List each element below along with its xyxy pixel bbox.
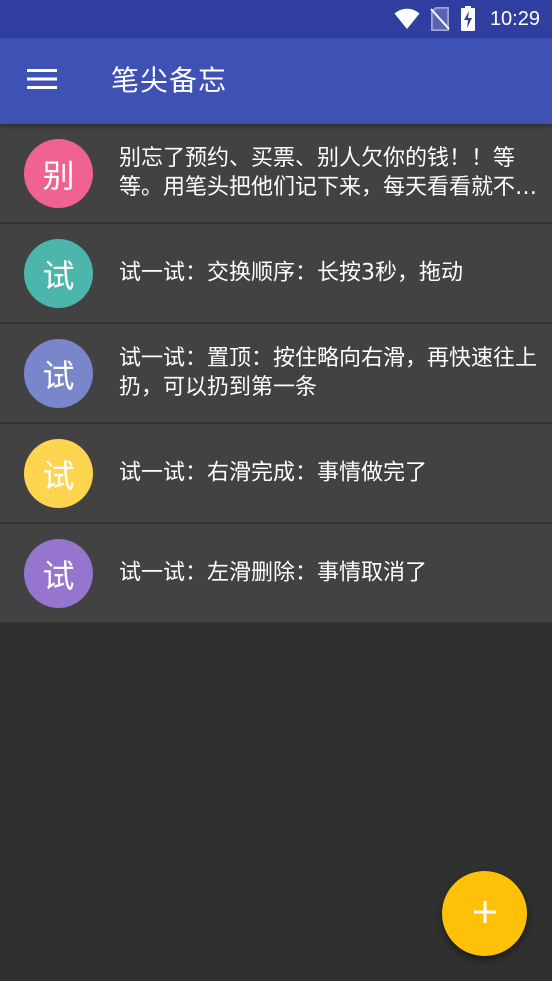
memo-list: 别 别忘了预约、买票、别人欠你的钱！！等等。用笔头把他们记下来，每天看看就不会忘…: [0, 124, 552, 624]
no-sim-icon: [430, 7, 450, 31]
memo-text: 试一试：左滑删除：事情取消了: [119, 560, 428, 586]
app-bar: 笔尖备忘: [0, 38, 552, 124]
memo-item[interactable]: 试 试一试：右滑完成：事情做完了: [0, 424, 552, 524]
plus-icon: [472, 899, 498, 929]
memo-text: 试一试：交换顺序：长按3秒，拖动: [119, 260, 463, 286]
memo-item[interactable]: 试 试一试：置顶：按住略向右滑，再快速往上扔，可以扔到第一条: [0, 324, 552, 424]
memo-text: 试一试：右滑完成：事情做完了: [119, 460, 428, 486]
memo-item[interactable]: 别 别忘了预约、买票、别人欠你的钱！！等等。用笔头把他们记下来，每天看看就不会忘…: [0, 124, 552, 224]
add-memo-button[interactable]: [442, 871, 527, 956]
memo-avatar: 试: [24, 239, 93, 308]
menu-button[interactable]: [22, 61, 62, 101]
memo-text: 别忘了预约、买票、别人欠你的钱！！等等。用笔头把他们记下来，每天看看就不会忘记了: [119, 146, 538, 200]
memo-text: 试一试：置顶：按住略向右滑，再快速往上扔，可以扔到第一条: [119, 346, 538, 400]
memo-item[interactable]: 试 试一试：左滑删除：事情取消了: [0, 524, 552, 624]
memo-avatar: 试: [24, 539, 93, 608]
status-icons: 10:29: [394, 0, 540, 38]
wifi-icon: [394, 8, 420, 30]
hamburger-menu-icon: [27, 68, 57, 94]
battery-charging-icon: [460, 6, 476, 32]
status-bar: 10:29: [0, 0, 552, 38]
memo-avatar: 试: [24, 439, 93, 508]
app-title: 笔尖备忘: [111, 64, 228, 97]
app-screen: 10:29 笔尖备忘 别 别忘了预约、买票、别人欠你的钱！！等等。用笔头把他们记…: [0, 0, 552, 981]
memo-item[interactable]: 试 试一试：交换顺序：长按3秒，拖动: [0, 224, 552, 324]
memo-avatar: 别: [24, 139, 93, 208]
status-time: 10:29: [489, 7, 540, 30]
memo-avatar: 试: [24, 339, 93, 408]
